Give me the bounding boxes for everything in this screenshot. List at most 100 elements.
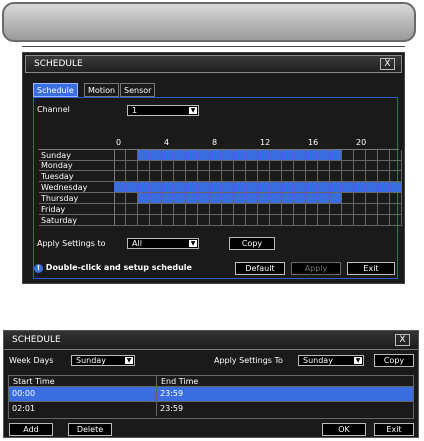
- schedule-cell[interactable]: [258, 193, 270, 204]
- schedule-cell[interactable]: [198, 160, 210, 171]
- schedule-cell[interactable]: [366, 204, 378, 215]
- schedule-cell[interactable]: [342, 160, 354, 171]
- schedule-cell[interactable]: [126, 193, 138, 204]
- schedule-cell[interactable]: [294, 215, 306, 226]
- schedule-cell[interactable]: [378, 171, 390, 182]
- schedule-cell[interactable]: [390, 160, 402, 171]
- schedule-cell[interactable]: [174, 204, 186, 215]
- schedule-cell[interactable]: [366, 215, 378, 226]
- schedule-cell[interactable]: [270, 171, 282, 182]
- schedule-cell[interactable]: [270, 204, 282, 215]
- close-button[interactable]: X: [395, 334, 410, 346]
- schedule-cell[interactable]: [294, 204, 306, 215]
- schedule-cell[interactable]: [318, 182, 330, 193]
- schedule-cell[interactable]: [198, 182, 210, 193]
- schedule-cell[interactable]: [318, 204, 330, 215]
- schedule-cell[interactable]: [354, 171, 366, 182]
- copy-button[interactable]: Copy: [374, 354, 414, 367]
- schedule-cell[interactable]: [390, 204, 402, 215]
- schedule-cell[interactable]: [186, 160, 198, 171]
- schedule-cell[interactable]: [354, 193, 366, 204]
- schedule-cell[interactable]: [306, 204, 318, 215]
- schedule-cell[interactable]: [162, 171, 174, 182]
- schedule-cell[interactable]: [354, 204, 366, 215]
- schedule-cell[interactable]: [366, 182, 378, 193]
- schedule-cell[interactable]: [162, 182, 174, 193]
- schedule-cell[interactable]: [198, 204, 210, 215]
- schedule-cell[interactable]: [258, 182, 270, 193]
- schedule-cell[interactable]: [210, 193, 222, 204]
- schedule-cell[interactable]: [330, 193, 342, 204]
- schedule-cell[interactable]: [162, 193, 174, 204]
- schedule-cell[interactable]: [234, 215, 246, 226]
- schedule-cell[interactable]: [378, 193, 390, 204]
- schedule-cell[interactable]: [294, 160, 306, 171]
- schedule-cell[interactable]: [378, 160, 390, 171]
- ok-button[interactable]: OK: [322, 423, 366, 436]
- schedule-cell[interactable]: [126, 160, 138, 171]
- schedule-cell[interactable]: [366, 160, 378, 171]
- schedule-cell[interactable]: [210, 182, 222, 193]
- schedule-cell[interactable]: [342, 204, 354, 215]
- schedule-cell[interactable]: [150, 182, 162, 193]
- schedule-cell[interactable]: [354, 182, 366, 193]
- schedule-cell[interactable]: [294, 193, 306, 204]
- schedule-cell[interactable]: [306, 182, 318, 193]
- schedule-cell[interactable]: [342, 193, 354, 204]
- schedule-cell[interactable]: [330, 160, 342, 171]
- schedule-cell[interactable]: [162, 160, 174, 171]
- schedule-cell[interactable]: [318, 215, 330, 226]
- schedule-cell[interactable]: [390, 182, 402, 193]
- schedule-cell[interactable]: [270, 193, 282, 204]
- schedule-cell[interactable]: [378, 182, 390, 193]
- schedule-cell[interactable]: [138, 160, 150, 171]
- schedule-cell[interactable]: [222, 215, 234, 226]
- schedule-cell[interactable]: [114, 171, 126, 182]
- table-row[interactable]: 00:00 23:59: [9, 387, 413, 401]
- schedule-cell[interactable]: [378, 215, 390, 226]
- schedule-cell[interactable]: [318, 160, 330, 171]
- schedule-cell[interactable]: [282, 160, 294, 171]
- schedule-cell[interactable]: [294, 171, 306, 182]
- schedule-cell[interactable]: [306, 160, 318, 171]
- schedule-cell[interactable]: [186, 193, 198, 204]
- schedule-cell[interactable]: [114, 182, 126, 193]
- schedule-cell[interactable]: [174, 171, 186, 182]
- schedule-cell[interactable]: [198, 193, 210, 204]
- schedule-cell[interactable]: [114, 193, 126, 204]
- schedule-cell[interactable]: [246, 215, 258, 226]
- exit-button[interactable]: Exit: [374, 423, 414, 436]
- schedule-cell[interactable]: [138, 182, 150, 193]
- schedule-cell[interactable]: [114, 215, 126, 226]
- copy-button[interactable]: Copy: [229, 237, 275, 250]
- schedule-cell[interactable]: [222, 193, 234, 204]
- schedule-cell[interactable]: [270, 160, 282, 171]
- schedule-cell[interactable]: [282, 215, 294, 226]
- schedule-cell[interactable]: [198, 171, 210, 182]
- schedule-cell[interactable]: [258, 171, 270, 182]
- exit-button[interactable]: Exit: [347, 262, 395, 275]
- schedule-cell[interactable]: [126, 215, 138, 226]
- schedule-cell[interactable]: [234, 193, 246, 204]
- schedule-cell[interactable]: [318, 171, 330, 182]
- tab-sensor[interactable]: Sensor: [120, 83, 156, 97]
- tab-schedule[interactable]: Schedule: [33, 83, 78, 97]
- schedule-cell[interactable]: [234, 204, 246, 215]
- close-button[interactable]: X: [380, 58, 395, 70]
- schedule-cell[interactable]: [210, 171, 222, 182]
- schedule-cell[interactable]: [234, 171, 246, 182]
- schedule-cell[interactable]: [150, 204, 162, 215]
- schedule-cell[interactable]: [246, 193, 258, 204]
- schedule-cell[interactable]: [210, 215, 222, 226]
- schedule-cell[interactable]: [114, 160, 126, 171]
- schedule-cell[interactable]: [174, 215, 186, 226]
- schedule-cell[interactable]: [162, 204, 174, 215]
- schedule-cell[interactable]: [186, 182, 198, 193]
- schedule-cell[interactable]: [126, 171, 138, 182]
- schedule-cell[interactable]: [210, 160, 222, 171]
- schedule-cell[interactable]: [150, 171, 162, 182]
- schedule-cell[interactable]: [342, 215, 354, 226]
- apply-settings-select[interactable]: Sunday ▼: [298, 355, 364, 366]
- schedule-cell[interactable]: [306, 171, 318, 182]
- schedule-cell[interactable]: [126, 204, 138, 215]
